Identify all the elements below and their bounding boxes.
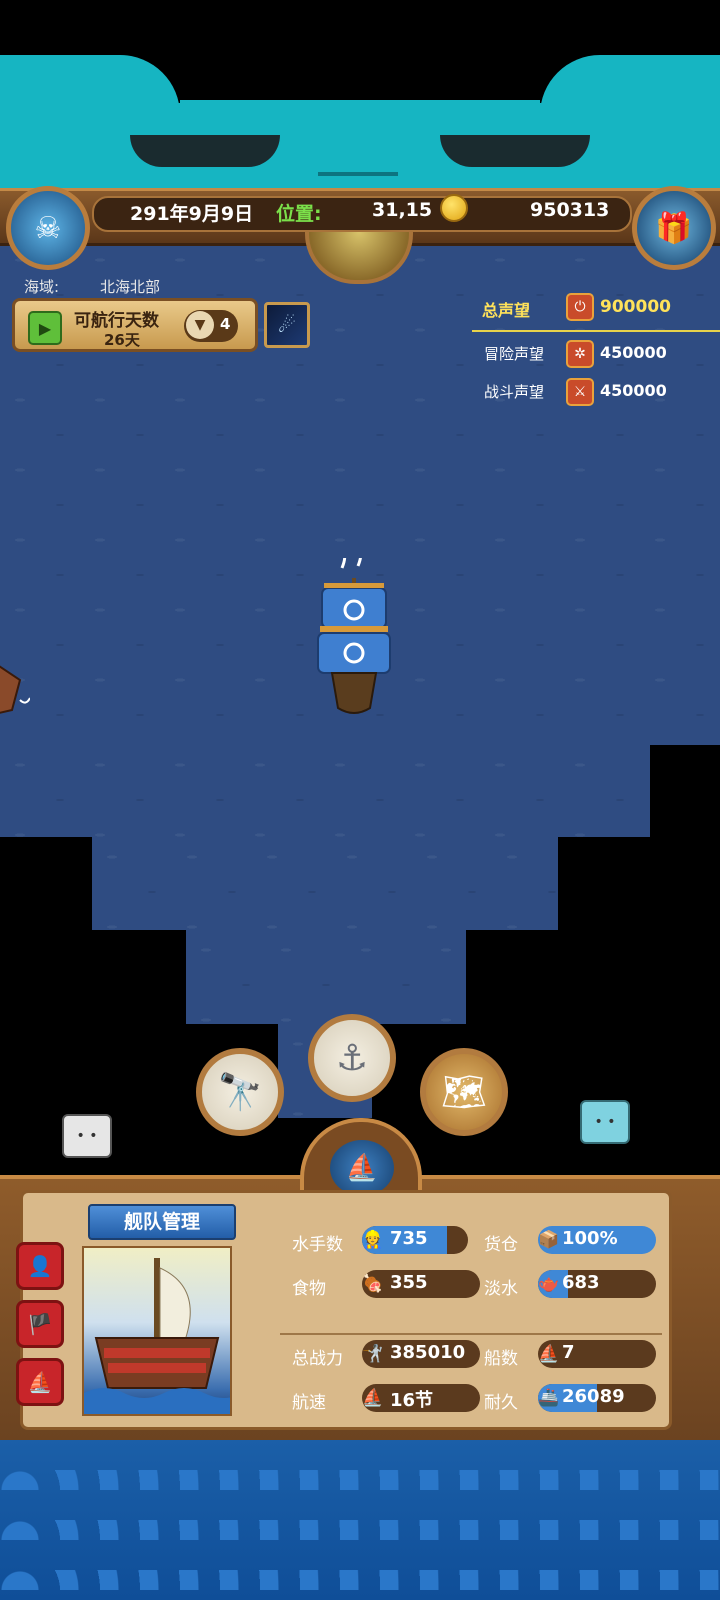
sailors-value: 735 xyxy=(390,1228,428,1249)
fleet-ship-image[interactable] xyxy=(82,1246,244,1416)
telescope-icon: 🔭 xyxy=(217,1072,263,1113)
cat-eye-left xyxy=(130,135,280,167)
cyan-cat-mascot: • • xyxy=(580,1100,630,1144)
sailor-icon: 👤 xyxy=(27,1254,53,1278)
pirate-avatar-icon: ☠ xyxy=(34,210,62,246)
play-icon: ▶ xyxy=(38,318,52,338)
cargo-value: 100% xyxy=(562,1228,618,1249)
position-value: 31,15 xyxy=(372,199,433,221)
cat-eye-right xyxy=(440,135,590,167)
speed-count: 4 xyxy=(220,315,231,333)
adventure-reputation-value: 450000 xyxy=(600,343,667,362)
sailors-label: 水手数 xyxy=(292,1235,343,1255)
durability-value: 26089 xyxy=(562,1386,625,1407)
ship-cutaway-icon xyxy=(84,1258,244,1414)
reputation-icon: ⏻ xyxy=(566,293,594,321)
cargo-label: 货仓 xyxy=(484,1235,518,1255)
player-avatar[interactable]: ☠ xyxy=(6,186,90,270)
water-label: 淡水 xyxy=(484,1279,518,1299)
wave-row xyxy=(0,1520,720,1540)
anchor-button[interactable]: ⚓ xyxy=(308,1014,396,1102)
white-cube-mascot: • • xyxy=(62,1114,112,1158)
play-button[interactable]: ▶ xyxy=(28,311,62,345)
food-value: 355 xyxy=(390,1272,428,1293)
hull-icon: 🚢 xyxy=(538,1388,560,1408)
sea-area xyxy=(92,837,558,930)
crossed-swords-icon: ⚔ xyxy=(566,378,594,406)
speed-label: 航速 xyxy=(292,1393,326,1413)
compass-ship-icon: ⛵ xyxy=(345,1153,379,1183)
side-button-sailor[interactable]: 👤 xyxy=(16,1242,64,1290)
total-reputation-value: 900000 xyxy=(600,297,671,317)
total-reputation-label: 总声望 xyxy=(482,301,531,320)
durability-label: 耐久 xyxy=(484,1393,518,1413)
down-arrow-icon[interactable]: ▼ xyxy=(186,311,214,339)
comet-button[interactable]: ☄ xyxy=(264,302,310,348)
power-value: 385010 xyxy=(390,1342,466,1363)
compass-ship-button[interactable]: ⛵ xyxy=(330,1140,394,1196)
region-value: 北海北部 xyxy=(100,278,161,296)
meat-icon: 🍖 xyxy=(362,1274,384,1294)
anchor-icon: ⚓ xyxy=(335,1037,369,1079)
cat-mouth xyxy=(318,142,398,176)
enemy-ship[interactable] xyxy=(0,640,30,720)
water-jug-icon: 🫖 xyxy=(538,1274,560,1294)
stats-divider xyxy=(280,1333,662,1335)
side-button-ship[interactable]: ⛵ xyxy=(16,1358,64,1406)
water-value: 683 xyxy=(562,1272,600,1293)
ships-value: 7 xyxy=(562,1342,575,1363)
map-button[interactable]: 🗺 xyxy=(420,1048,508,1136)
comet-icon: ☄ xyxy=(278,313,296,337)
sea-area xyxy=(0,745,650,837)
fighter-icon: 🤺 xyxy=(362,1344,384,1364)
cat-ear-left xyxy=(0,55,180,115)
map-icon: 🗺 xyxy=(441,1072,487,1113)
wave-row xyxy=(0,1470,720,1490)
sailing-days-value: 26天 xyxy=(104,331,140,349)
battle-reputation-value: 450000 xyxy=(600,381,667,400)
speed-value: 16节 xyxy=(390,1390,434,1411)
game-date: 291年9月9日 xyxy=(130,203,254,225)
region-label: 海域: xyxy=(24,278,60,296)
captain-icon: 🏴 xyxy=(27,1312,53,1336)
ships-label: 船数 xyxy=(484,1349,518,1369)
power-label: 总战力 xyxy=(292,1349,343,1369)
player-ship[interactable] xyxy=(312,558,396,718)
wave-row xyxy=(0,1570,720,1590)
sea-area xyxy=(186,930,466,1024)
adventure-reputation-label: 冒险声望 xyxy=(484,345,545,363)
food-label: 食物 xyxy=(292,1279,326,1299)
sailing-days-title: 可航行天数 xyxy=(74,311,159,331)
position-label: 位置: xyxy=(276,203,322,225)
gold-amount: 950313 xyxy=(530,199,610,221)
telescope-button[interactable]: 🔭 xyxy=(196,1048,284,1136)
treasure-chest-button[interactable]: 🎁 xyxy=(632,186,716,270)
sailor-icon: 👷 xyxy=(362,1230,384,1250)
gold-coin-icon xyxy=(440,194,468,222)
cat-forehead xyxy=(180,100,540,120)
battle-reputation-label: 战斗声望 xyxy=(484,383,545,401)
fleet-management-title[interactable]: 舰队管理 xyxy=(88,1204,236,1240)
ship-wheel-icon: ✲ xyxy=(566,340,594,368)
reputation-divider xyxy=(472,330,720,332)
crate-icon: 📦 xyxy=(538,1230,560,1250)
side-button-captain[interactable]: 🏴 xyxy=(16,1300,64,1348)
sailboat-icon: ⛵ xyxy=(362,1388,384,1408)
ship-icon: ⛵ xyxy=(27,1370,53,1394)
boat-icon: ⛵ xyxy=(538,1344,560,1364)
treasure-chest-icon: 🎁 xyxy=(655,210,693,246)
cat-ear-right xyxy=(540,55,720,115)
